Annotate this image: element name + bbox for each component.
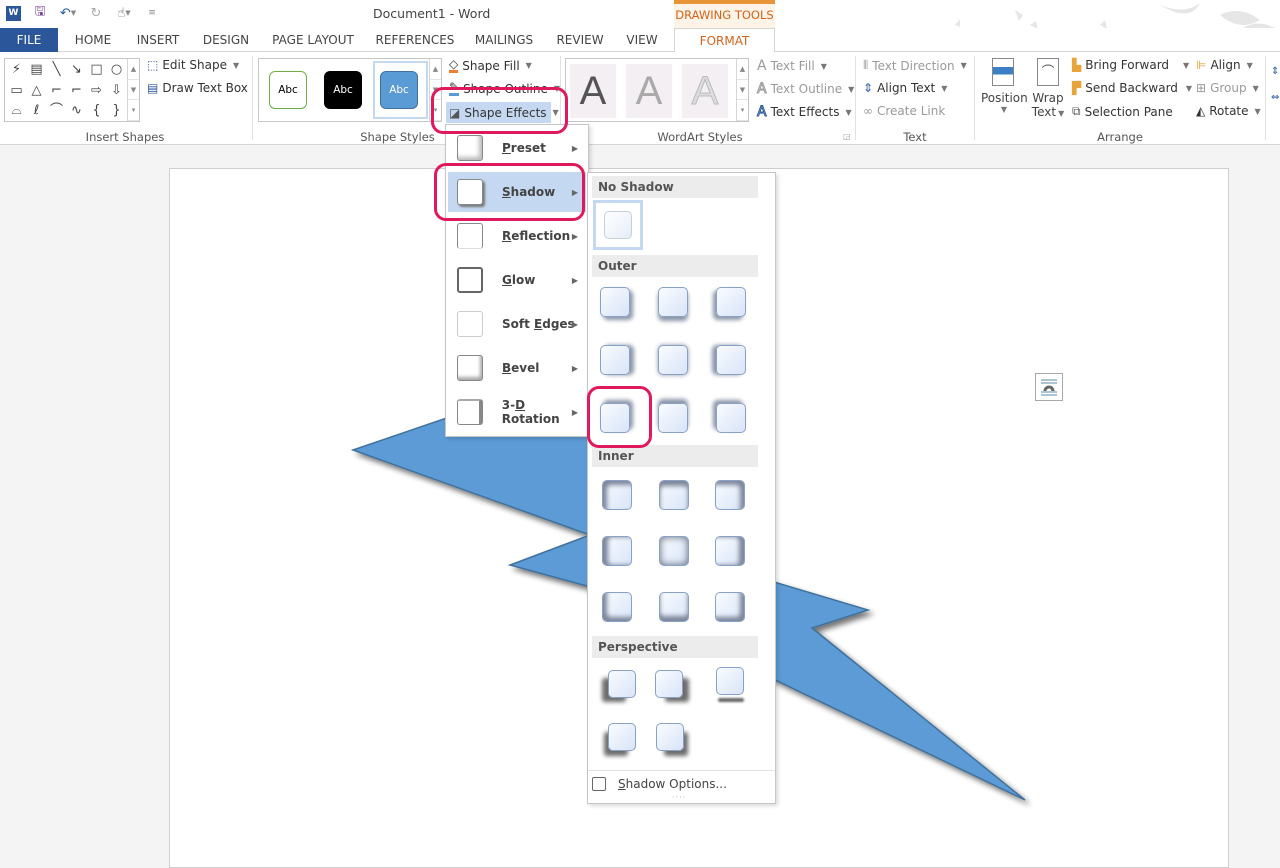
menu-item-glow[interactable]: Glow ▶ — [448, 260, 586, 300]
section-header-outer: Outer — [592, 255, 758, 277]
menu-item-preset[interactable]: Preset ▶ — [448, 128, 586, 168]
submenu-arrow-icon: ▶ — [571, 143, 578, 153]
menu-item-reflection[interactable]: Reflection ▶ — [448, 216, 586, 256]
perspective-diagonal-lower-left[interactable] — [608, 723, 636, 751]
inner-shadow-top-right[interactable] — [715, 480, 745, 510]
inner-shadow-left[interactable] — [602, 536, 632, 566]
inner-shadow-right[interactable] — [715, 536, 745, 566]
outer-shadow-bottom[interactable] — [658, 287, 688, 317]
submenu-arrow-icon: ▶ — [571, 231, 578, 241]
submenu-arrow-icon: ▶ — [571, 319, 578, 329]
outer-shadow-right[interactable] — [600, 345, 630, 375]
shadow-options-item[interactable]: Shadow Options... — [592, 777, 727, 791]
glow-icon — [457, 267, 483, 293]
outer-shadow-diagonal-bottom-left[interactable] — [716, 287, 746, 317]
layout-options-icon — [1041, 379, 1057, 396]
submenu-arrow-icon: ▶ — [571, 275, 578, 285]
menu-item-soft-edges[interactable]: Soft Edges ▶ — [448, 304, 586, 344]
shadow-gallery: No Shadow Outer Inner Perspective Shadow… — [587, 172, 776, 804]
menu-item-bevel[interactable]: Bevel ▶ — [448, 348, 586, 388]
layout-options-button[interactable] — [1035, 373, 1063, 401]
submenu-arrow-icon: ▶ — [571, 363, 578, 373]
highlight-shadow-item — [434, 163, 585, 221]
highlight-selected-outer-shadow — [587, 386, 652, 448]
highlight-shape-effects — [431, 87, 568, 134]
bevel-icon — [457, 355, 483, 381]
outer-shadow-center[interactable] — [658, 345, 688, 375]
outer-shadow-diagonal-bottom-right[interactable] — [600, 287, 630, 317]
divider — [588, 770, 775, 771]
section-header-no-shadow: No Shadow — [592, 176, 758, 198]
submenu-arrow-icon: ▶ — [571, 407, 578, 417]
inner-shadow-center[interactable] — [659, 536, 689, 566]
outer-shadow-left[interactable] — [716, 345, 746, 375]
outer-shadow-top[interactable] — [658, 403, 688, 433]
inner-shadow-bottom[interactable] — [659, 592, 689, 622]
soft-edges-icon — [457, 311, 483, 337]
menu-item-3d-rotation[interactable]: 3-D Rotation ▶ — [448, 392, 586, 432]
3d-rotation-icon — [457, 399, 483, 425]
outer-shadow-diagonal-top-left[interactable] — [716, 403, 746, 433]
no-shadow-option[interactable] — [593, 200, 643, 250]
perspective-diagonal-lower-right[interactable] — [656, 723, 684, 751]
section-header-inner: Inner — [592, 445, 758, 467]
reflection-icon — [457, 223, 483, 249]
inner-shadow-top-left[interactable] — [602, 480, 632, 510]
inner-shadow-bottom-left[interactable] — [602, 592, 632, 622]
shadow-options-icon — [592, 777, 606, 791]
resize-grip-icon[interactable]: ···· — [672, 793, 686, 802]
section-header-perspective: Perspective — [592, 636, 758, 658]
perspective-diagonal-upper-right[interactable] — [655, 670, 683, 698]
perspective-below[interactable] — [716, 667, 744, 695]
perspective-diagonal-upper-left[interactable] — [608, 670, 636, 698]
inner-shadow-top[interactable] — [659, 480, 689, 510]
preset-icon — [457, 135, 483, 161]
inner-shadow-bottom-right[interactable] — [715, 592, 745, 622]
perspective-below-shadow — [718, 698, 744, 702]
no-shadow-swatch — [604, 211, 632, 239]
